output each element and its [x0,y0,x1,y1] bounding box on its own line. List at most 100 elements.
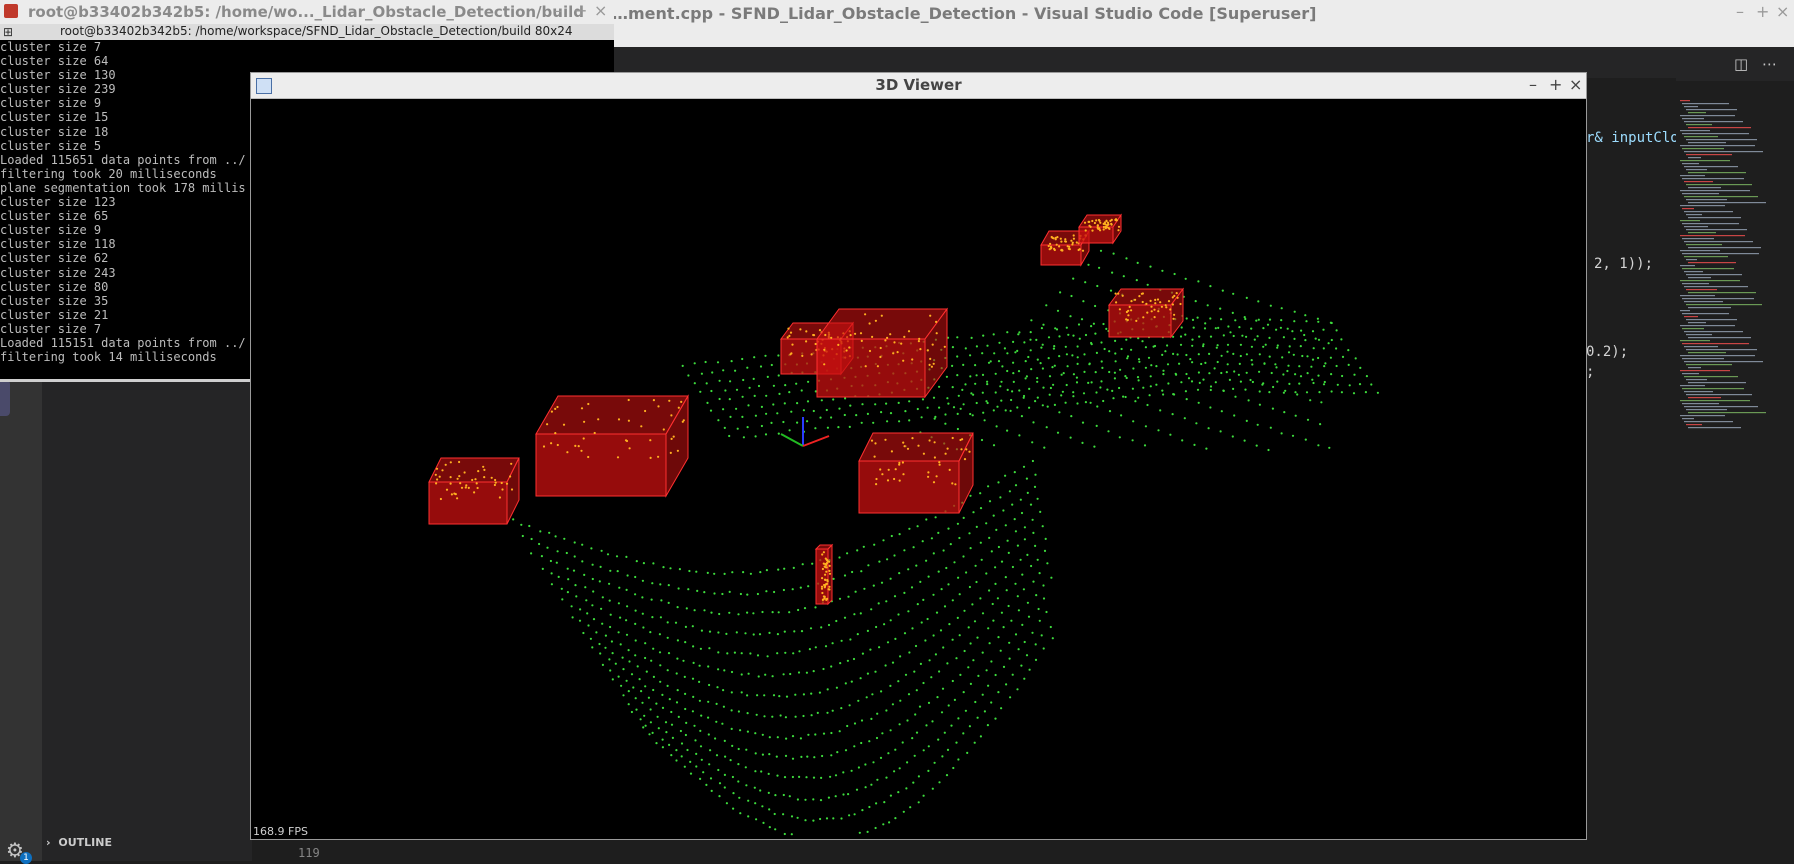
minimap-line [1682,373,1699,375]
code-fragment: 2, 1)); [1594,256,1654,272]
minimap-line [1682,403,1719,405]
minimap-line [1682,313,1729,315]
minimap-line [1688,307,1731,309]
minimap-line [1688,112,1706,114]
minimap-line [1682,388,1744,390]
minimap-line [1682,268,1734,270]
minimap-line [1680,235,1745,237]
minimap-line [1682,208,1694,210]
outline-section[interactable]: › OUTLINE [42,836,252,858]
minimap-line [1686,364,1732,366]
minimap-line [1684,271,1703,273]
more-actions-icon[interactable]: ⋯ [1762,55,1777,73]
obstacle-box [428,457,520,525]
minimap-line [1680,130,1710,132]
point-cloud-scene [428,213,1379,836]
minimap-line [1682,418,1694,420]
terminal-maximize-icon[interactable]: + [574,1,587,20]
minimap-line [1684,331,1743,333]
minimap-line [1680,145,1755,147]
minimap-line [1686,304,1762,306]
minimap-line [1688,232,1716,234]
minimap-line [1680,340,1710,342]
fps-counter: 168.9 FPS [253,825,308,838]
minimap-line [1684,301,1723,303]
viewer-close-icon[interactable]: × [1569,75,1582,94]
code-fragment: 0.2); [1586,344,1629,360]
viewer-minimize-icon[interactable]: – [1529,75,1537,94]
minimap-line [1684,316,1698,318]
obstacle-box [814,543,834,606]
code-editor[interactable]: r& inputClo 2, 1)); 0.2); ; [1586,78,1676,818]
minimap-line [1686,184,1752,186]
minimap-line [1682,193,1719,195]
minimap-line [1686,394,1752,396]
minimap-line [1686,199,1727,201]
minimap-line [1682,343,1749,345]
obstacle-box [1078,213,1122,245]
minimap-line [1688,157,1701,159]
minimap-line [1686,109,1737,111]
viewer-titlebar[interactable]: 3D Viewer – + × [251,73,1586,99]
outline-label: OUTLINE [58,836,112,849]
vscode-minimize-icon[interactable]: – [1736,2,1744,21]
minimap-line [1686,409,1727,411]
minimap-line [1684,166,1738,168]
vscode-close-icon[interactable]: × [1776,2,1789,21]
vscode-maximize-icon[interactable]: + [1756,2,1769,21]
terminal-tabs-icon[interactable]: ⊞ [3,25,13,39]
panel-handle[interactable] [0,380,10,416]
minimap-line [1688,202,1766,204]
minimap-line [1686,289,1717,291]
minimap-line [1682,253,1759,255]
minimap-line [1686,274,1742,276]
obstacle-box [535,394,689,498]
minimap[interactable] [1676,100,1784,440]
minimap-line [1686,214,1702,216]
terminal-minimize-icon[interactable]: – [554,1,562,20]
minimap-line [1688,367,1701,369]
minimap-line [1686,154,1732,156]
minimap-line [1680,355,1755,357]
minimap-line [1684,136,1718,138]
minimap-line [1684,346,1718,348]
minimap-line [1688,172,1746,174]
minimap-line [1686,169,1707,171]
minimap-line [1682,223,1739,225]
point-cloud-viewport[interactable] [251,99,1586,839]
minimap-line [1682,148,1724,150]
viewer-window[interactable]: 3D Viewer – + × 168.9 FPS [251,73,1586,839]
viewer-maximize-icon[interactable]: + [1549,75,1562,94]
minimap-line [1684,256,1728,258]
terminal-close-icon[interactable]: × [594,1,607,20]
minimap-line [1688,412,1766,414]
minimap-line [1684,181,1713,183]
minimap-line [1688,262,1736,264]
obstacle-box [858,432,974,514]
minimap-line [1684,151,1763,153]
minimap-line [1688,247,1761,249]
minimap-line [1686,334,1712,336]
minimap-line [1680,115,1735,117]
minimap-line [1686,424,1702,426]
split-editor-icon[interactable]: ◫ [1734,55,1748,73]
minimap-line [1688,322,1706,324]
minimap-line [1688,397,1721,399]
minimap-line [1686,349,1757,351]
minimap-line [1684,106,1698,108]
terminal-titlebar[interactable]: root@b33402b342b5: /home/wo..._Lidar_Obs… [0,0,614,24]
minimap-line [1680,160,1730,162]
axis-y [780,433,804,447]
vscode-window-title: …ment.cpp - SFND_Lidar_Obstacle_Detectio… [612,4,1317,23]
minimap-line [1680,220,1700,222]
terminal-app-icon [4,4,18,18]
minimap-line [1684,241,1753,243]
minimap-line [1682,103,1729,105]
minimap-line [1680,370,1730,372]
minimap-line [1680,250,1720,252]
minimap-graphic [1680,100,1766,429]
minimap-line [1682,118,1704,120]
minimap-line [1686,319,1737,321]
minimap-line [1680,295,1715,297]
minimap-line [1688,127,1751,129]
